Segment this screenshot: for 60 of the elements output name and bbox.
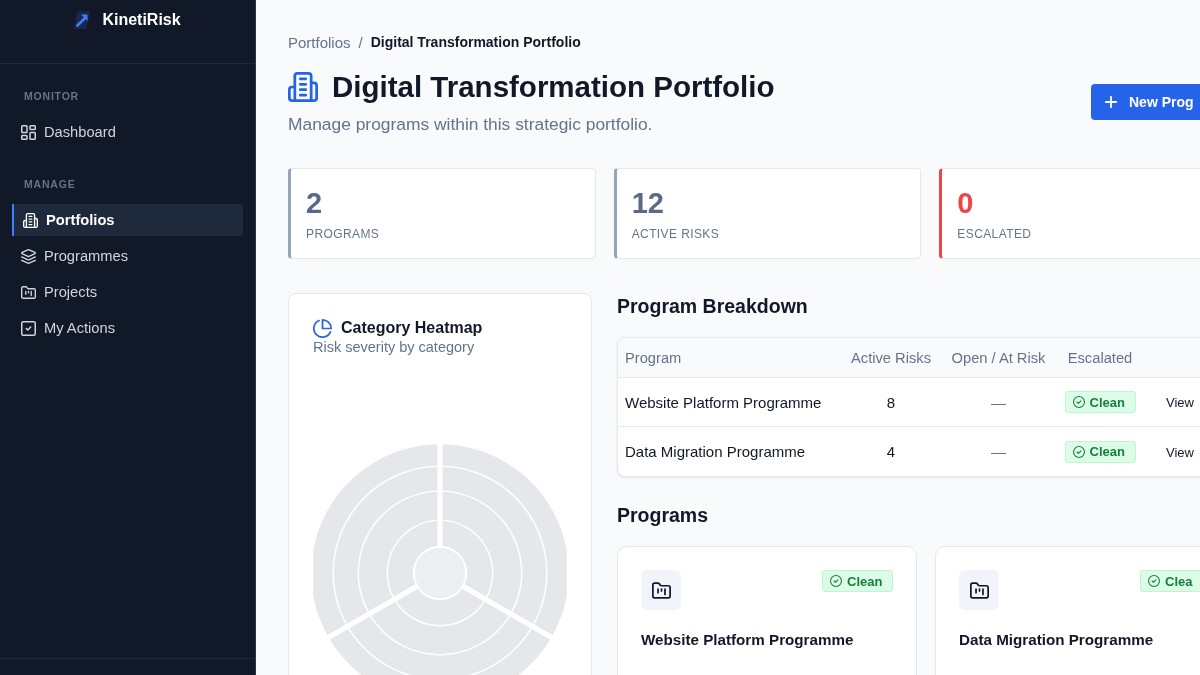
stat-value: 2 <box>306 186 324 220</box>
folder-icon <box>641 570 681 610</box>
table-cell: 4 <box>886 443 896 460</box>
building-icon <box>23 212 38 228</box>
status-text: Clean <box>847 573 883 589</box>
section-heading: Programs <box>617 503 710 528</box>
column-header: Program <box>624 349 682 366</box>
status-text: Clea <box>1165 573 1193 589</box>
layers-icon <box>21 248 36 264</box>
brand-name: KinetiRisk <box>102 11 181 29</box>
nav-item[interactable]: Portfolios <box>12 204 243 236</box>
building-icon <box>288 72 318 102</box>
section-heading: Program Breakdown <box>617 294 809 319</box>
program-card[interactable]: Clean Website Platform Programme <box>617 546 917 675</box>
breadcrumb-link[interactable]: Portfolios <box>288 33 351 51</box>
nav-item[interactable]: Dashboard <box>12 116 243 148</box>
card-title: Category Heatmap <box>341 319 483 337</box>
check-circle-icon <box>830 575 842 587</box>
breadcrumb-current: Digital Transformation Portfolio <box>370 34 581 50</box>
check-circle-icon <box>1148 575 1160 587</box>
column-header: Escalated <box>1067 349 1133 366</box>
view-link[interactable]: View <box>1166 395 1194 410</box>
stat-label: ACTIVE RISKS <box>631 226 721 242</box>
table-cell: — <box>991 393 1006 411</box>
check-circle-icon <box>1072 445 1085 458</box>
grid-icon <box>21 124 36 140</box>
view-link[interactable]: View <box>1166 444 1194 460</box>
plus-icon <box>1105 96 1117 108</box>
page-subtitle: Manage programs within this strategic portfolio. <box>288 113 654 135</box>
new-button[interactable]: New Prog <box>1091 84 1200 120</box>
program-name: Data Migration Programme <box>959 630 1155 650</box>
pie-chart-icon <box>313 318 332 338</box>
nav-item[interactable]: My Actions <box>12 312 243 344</box>
stat-label: ESCALATED <box>957 226 1033 242</box>
check-circle-icon <box>1072 396 1085 408</box>
nav-section-label: MANAGE <box>23 177 77 191</box>
program-card[interactable]: Clea Data Migration Programme <box>935 546 1200 675</box>
stat-value: 12 <box>631 186 665 220</box>
stat-value: 0 <box>957 186 975 220</box>
table-cell-text: Data Migration Programme <box>624 443 806 460</box>
status-text: Clean <box>1089 444 1125 459</box>
page-title: Digital Transformation Portfolio <box>332 69 775 105</box>
nav-item[interactable]: Programmes <box>12 240 243 272</box>
card-subtitle: Risk severity by category <box>313 338 476 357</box>
table-cell: 8 <box>886 393 896 411</box>
folder-icon <box>21 284 36 300</box>
program-name: Website Platform Programme <box>641 630 855 650</box>
table-cell: — <box>991 443 1006 460</box>
heatmap-center <box>414 547 466 599</box>
breadcrumb-separator: / <box>358 33 363 51</box>
column-header: Open / At Risk <box>951 349 1046 366</box>
nav-item[interactable]: Projects <box>12 276 243 308</box>
column-header: Active Risks <box>851 349 931 366</box>
folder-icon <box>959 570 999 610</box>
nav-section-label: MONITOR <box>23 89 80 103</box>
check-square-icon <box>21 320 36 336</box>
arrow-logo-icon <box>74 11 91 29</box>
status-text: Clean <box>1089 394 1125 410</box>
stat-label: PROGRAMS <box>306 226 381 242</box>
table-cell-text: Website Platform Programme <box>624 393 822 411</box>
